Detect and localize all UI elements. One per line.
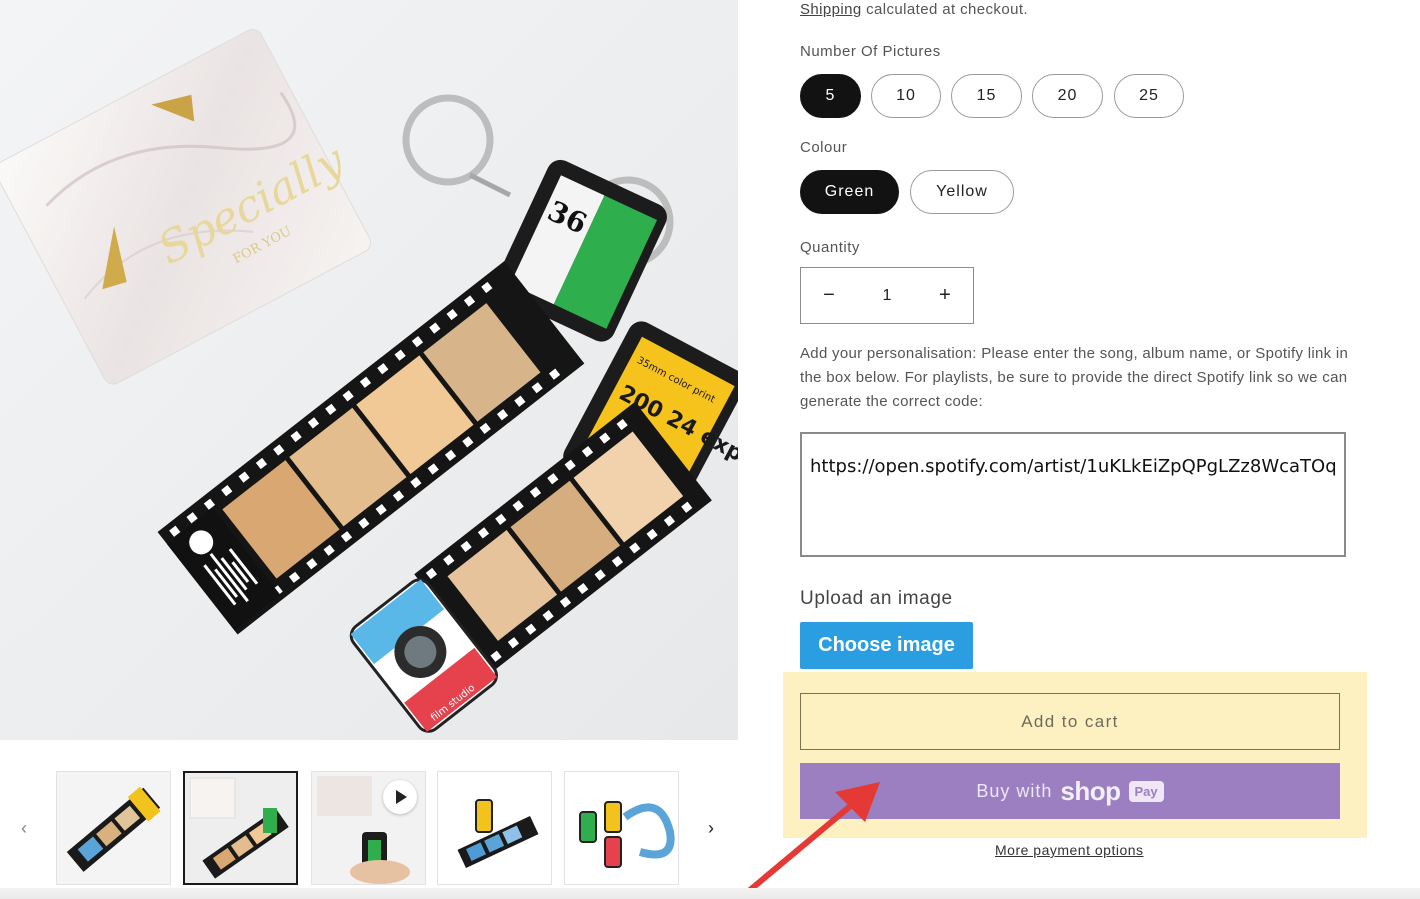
pictures-label: Number Of Pictures bbox=[800, 43, 941, 60]
product-main-image[interactable]: Specially FOR YOU 36 200 24 exp. 35mm co… bbox=[0, 0, 738, 740]
shipping-link[interactable]: Shipping bbox=[800, 1, 862, 18]
thumbnail-image bbox=[565, 772, 678, 884]
colour-option-yellow[interactable]: Yellow bbox=[910, 170, 1014, 214]
thumbnail-1[interactable] bbox=[56, 771, 171, 885]
pictures-option-15[interactable]: 15 bbox=[951, 74, 1022, 118]
buy-with-shop-pay-button[interactable]: Buy with shop Pay bbox=[800, 763, 1340, 819]
thumbnail-image bbox=[438, 772, 551, 884]
more-payment-options-link[interactable]: More payment options bbox=[995, 842, 1144, 858]
add-to-cart-button[interactable]: Add to cart bbox=[800, 693, 1340, 750]
pictures-option-25[interactable]: 25 bbox=[1114, 74, 1184, 118]
shipping-text: calculated at checkout. bbox=[861, 1, 1028, 18]
quantity-increase-button[interactable]: + bbox=[931, 284, 959, 307]
shop-logo: shop bbox=[1060, 775, 1121, 806]
quantity-input[interactable]: 1 bbox=[883, 287, 892, 305]
pictures-option-20[interactable]: 20 bbox=[1032, 74, 1103, 118]
play-icon[interactable] bbox=[383, 780, 417, 814]
thumbnail-5[interactable] bbox=[564, 771, 679, 885]
buy-with-label: Buy with bbox=[976, 780, 1053, 801]
quantity-decrease-button[interactable]: − bbox=[815, 284, 843, 307]
shipping-note: Shipping calculated at checkout. bbox=[800, 1, 1028, 18]
thumbnail-2[interactable] bbox=[183, 771, 298, 885]
thumbnail-image bbox=[57, 772, 170, 884]
quantity-label: Quantity bbox=[800, 239, 860, 256]
colour-option-green[interactable]: Green bbox=[800, 170, 899, 214]
colour-label: Colour bbox=[800, 139, 848, 156]
thumbnail-4[interactable] bbox=[437, 771, 552, 885]
gallery-prev-arrow[interactable]: ‹ bbox=[12, 816, 36, 840]
thumbnail-3-video[interactable] bbox=[311, 771, 426, 885]
quantity-stepper: − 1 + bbox=[800, 267, 974, 324]
gallery-next-arrow[interactable]: › bbox=[699, 816, 723, 840]
pay-badge: Pay bbox=[1128, 780, 1164, 802]
upload-label: Upload an image bbox=[800, 588, 953, 609]
personalisation-instructions: Add your personalisation: Please enter t… bbox=[800, 345, 1349, 410]
pictures-option-10[interactable]: 10 bbox=[871, 74, 941, 118]
page-bottom-edge bbox=[0, 888, 1420, 899]
personalisation-input[interactable]: https://open.spotify.com/artist/1uKLkEiZ… bbox=[800, 432, 1346, 557]
choose-image-button[interactable]: Choose image bbox=[800, 622, 973, 669]
thumbnail-image bbox=[185, 773, 296, 883]
product-photo: Specially FOR YOU 36 200 24 exp. 35mm co… bbox=[0, 0, 738, 740]
pictures-option-5[interactable]: 5 bbox=[800, 74, 861, 118]
